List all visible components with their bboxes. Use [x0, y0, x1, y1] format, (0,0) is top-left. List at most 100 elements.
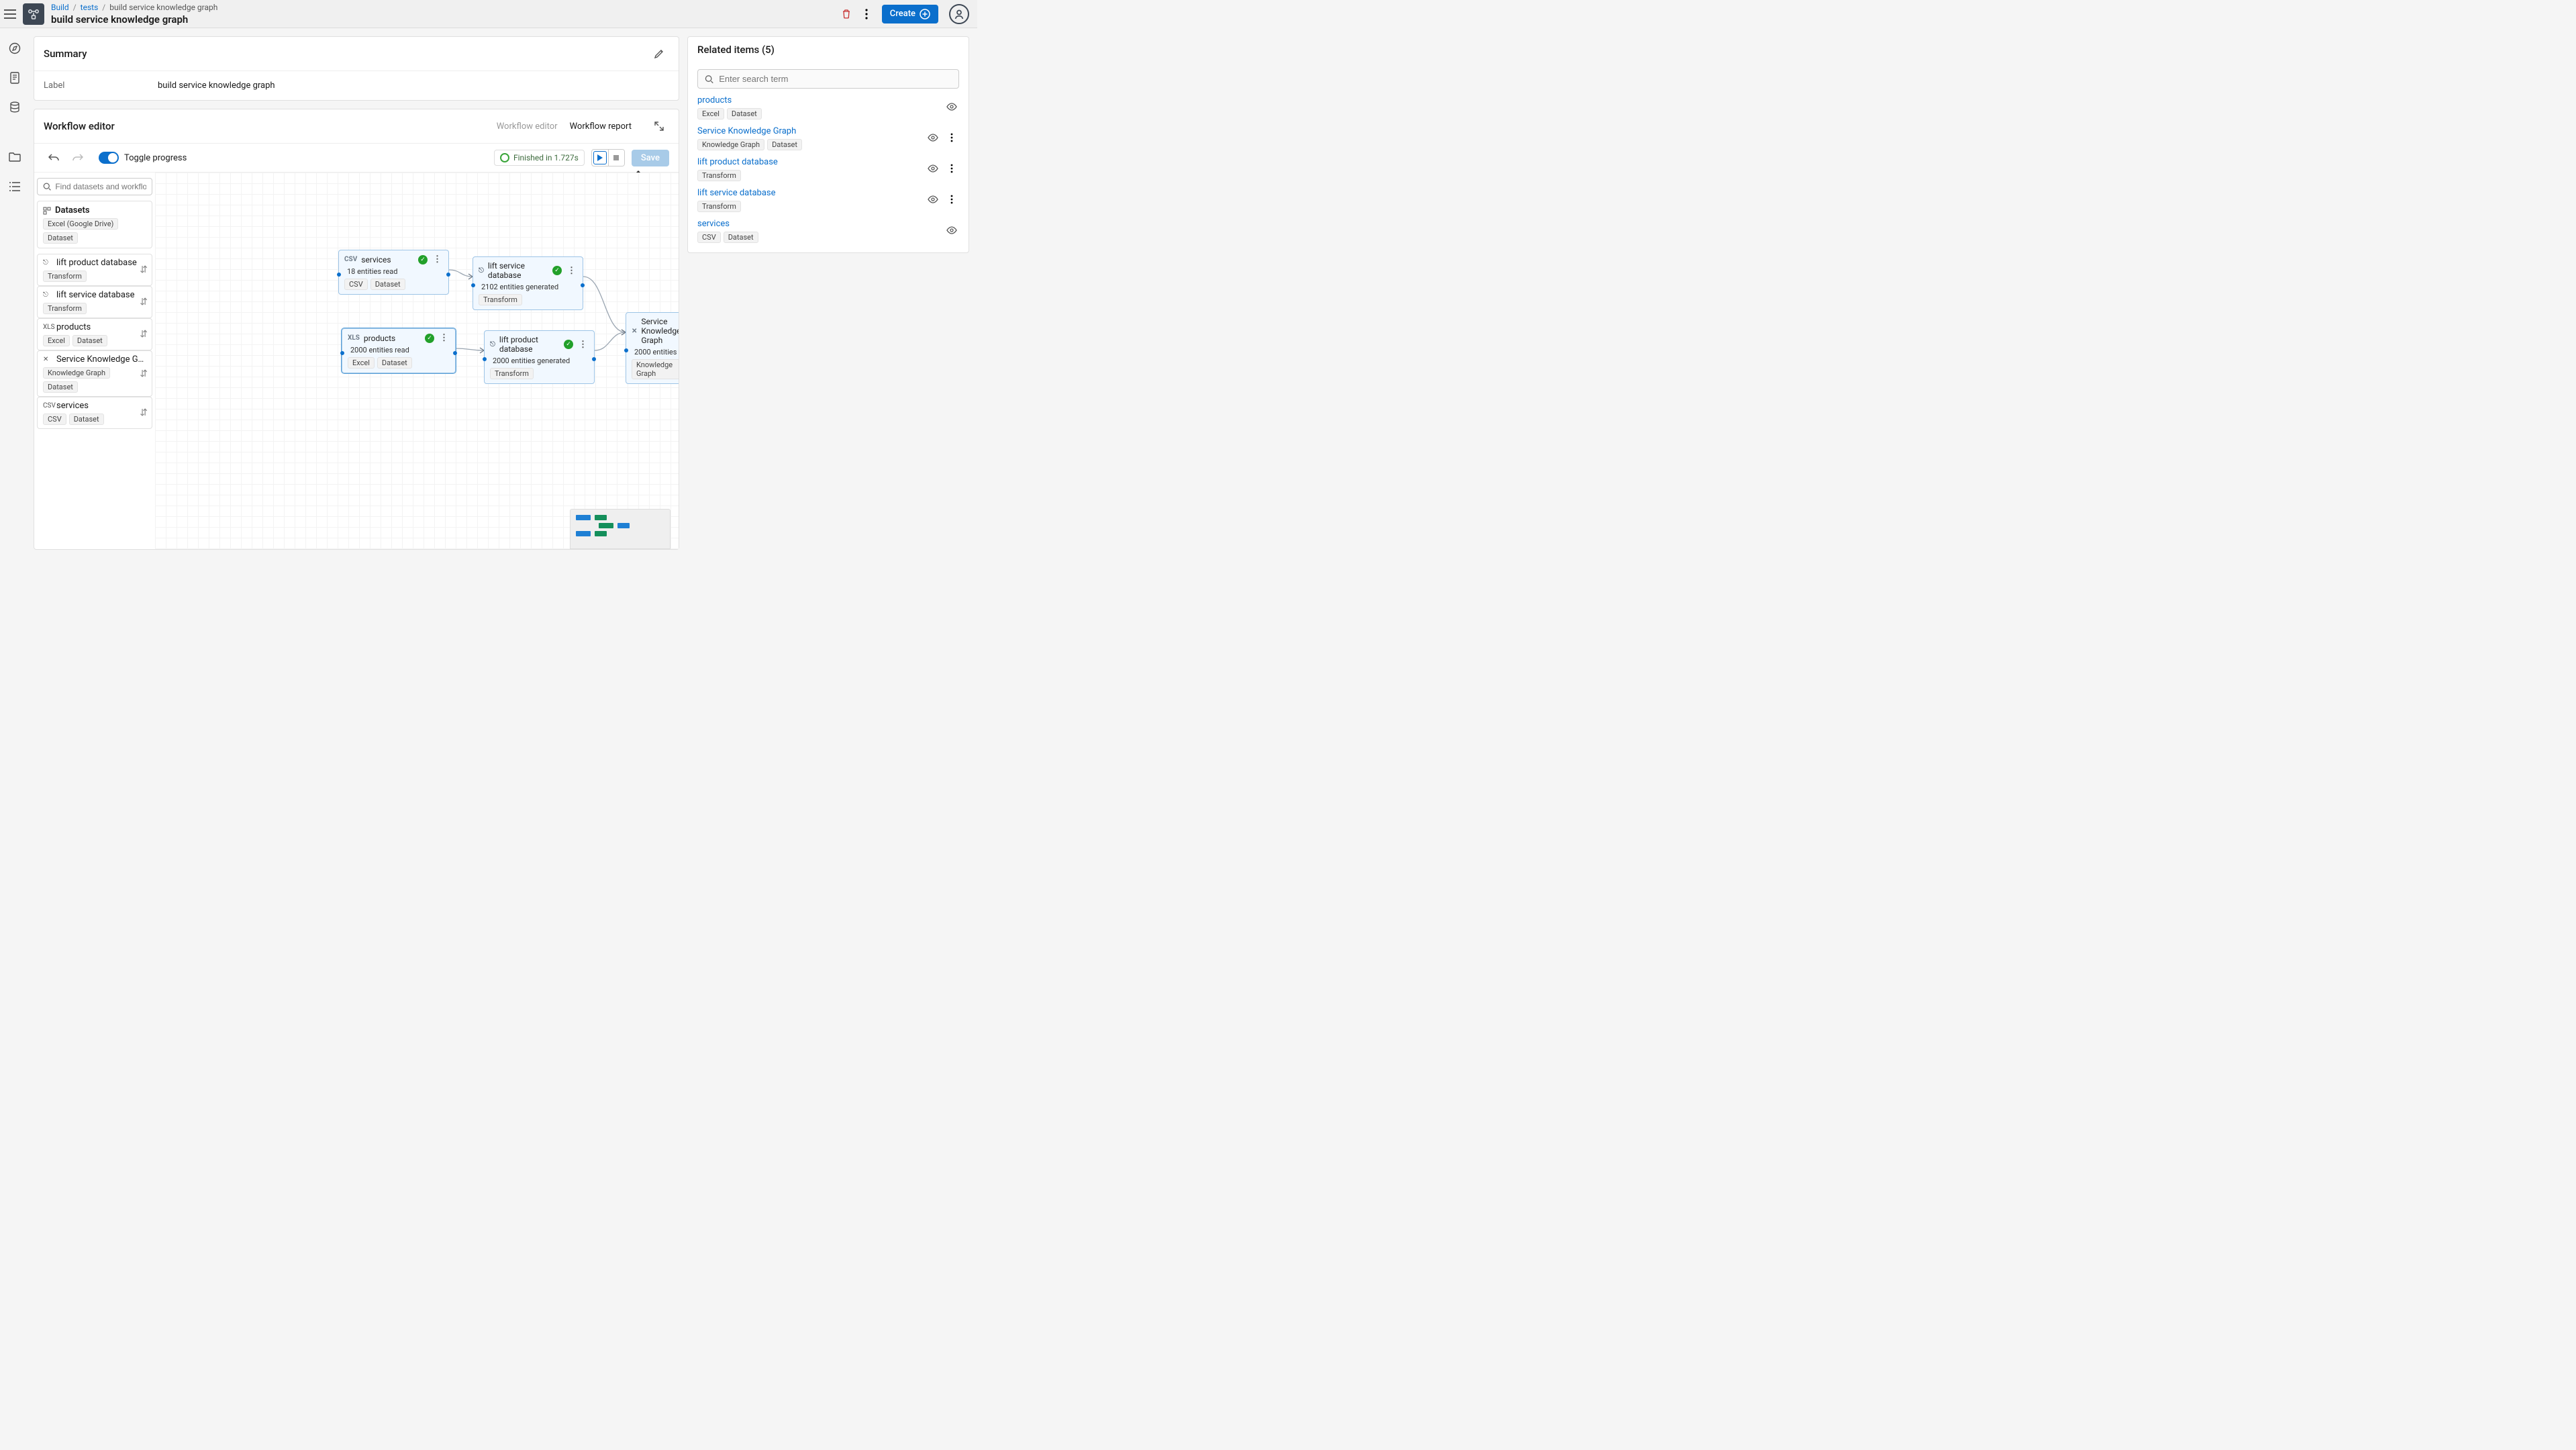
- node-chips: CSVDataset: [344, 279, 443, 290]
- folder-icon: [9, 152, 21, 162]
- sidebar-item[interactable]: XLS products ExcelDataset ⇵: [37, 318, 152, 350]
- nav-db[interactable]: [5, 98, 24, 117]
- related-more-button[interactable]: [944, 161, 959, 176]
- page-title: build service knowledge graph: [51, 13, 217, 26]
- dataset-search-input[interactable]: [55, 182, 146, 191]
- related-actions: [926, 161, 959, 176]
- sidebar-item-header: ⎋ lift product database: [43, 258, 146, 268]
- node-more-button[interactable]: ⋮: [566, 266, 577, 276]
- expand-button[interactable]: [649, 116, 669, 136]
- port-in[interactable]: [337, 273, 341, 277]
- account-button[interactable]: [949, 4, 969, 24]
- sidebar-item[interactable]: CSV services CSVDataset ⇵: [37, 397, 152, 429]
- node-more-button[interactable]: ⋮: [577, 340, 589, 350]
- view-button[interactable]: [944, 99, 959, 114]
- nav-doc[interactable]: [5, 68, 24, 87]
- node-more-button[interactable]: ⋮: [432, 254, 443, 264]
- undo-button[interactable]: [44, 148, 64, 168]
- node-meta: 2102 entities generated: [479, 283, 577, 291]
- sidebar-item-header: ✕ Service Knowledge Gra...: [43, 354, 146, 365]
- trash-icon: [841, 9, 852, 19]
- create-button[interactable]: Create: [882, 5, 938, 23]
- summary-panel: Summary Label build service knowledge gr…: [34, 36, 679, 101]
- tab-workflow-report[interactable]: Workflow report: [570, 122, 632, 132]
- plus-circle-icon: [920, 9, 930, 19]
- nav-folder[interactable]: [5, 148, 24, 166]
- workflow-panel: Workflow editor Workflow editor Workflow…: [34, 109, 679, 550]
- breadcrumb-root[interactable]: Build: [51, 3, 69, 12]
- sidebar-item[interactable]: ✕ Service Knowledge Gra... Knowledge Gra…: [37, 350, 152, 397]
- node-more-button[interactable]: ⋮: [438, 333, 450, 343]
- canvas-node[interactable]: ✕ Service Knowledge Graph ✓ ⋮ 2000 entit…: [626, 312, 679, 384]
- play-button[interactable]: [593, 151, 607, 164]
- sidebar-item[interactable]: ⎋ lift product database Transform ⇵: [37, 254, 152, 286]
- toggle-progress: Toggle progress: [99, 152, 187, 164]
- port-in[interactable]: [471, 283, 475, 287]
- status-success-icon: ✓: [418, 255, 428, 264]
- save-button[interactable]: Save: [632, 150, 669, 166]
- port-out[interactable]: [453, 351, 457, 355]
- reorder-handle[interactable]: ⇵: [140, 329, 148, 340]
- stop-button[interactable]: [608, 150, 624, 166]
- reorder-handle[interactable]: ⇵: [140, 297, 148, 307]
- sidebar-item-label: lift product database: [56, 258, 146, 268]
- minimap[interactable]: [570, 509, 671, 549]
- compass-icon: [9, 42, 21, 54]
- node-type-tag: ⎋: [490, 341, 495, 348]
- reorder-handle[interactable]: ⇵: [140, 369, 148, 379]
- sidebar-item[interactable]: ⎋ lift service database Transform ⇵: [37, 286, 152, 318]
- related-more-button[interactable]: [944, 130, 959, 145]
- port-in[interactable]: [483, 357, 487, 361]
- related-link[interactable]: lift service database: [697, 188, 959, 198]
- canvas-node[interactable]: ⎋ lift product database ✓ ⋮ 2000 entitie…: [484, 330, 595, 384]
- tab-workflow-editor[interactable]: Workflow editor: [497, 122, 558, 132]
- status-success-icon: ✓: [552, 266, 562, 275]
- related-search[interactable]: [697, 69, 959, 89]
- related-link[interactable]: products: [697, 95, 959, 105]
- related-link[interactable]: lift product database: [697, 157, 959, 167]
- node-header: CSV services ✓ ⋮: [344, 254, 443, 264]
- summary-heading: Summary: [44, 48, 87, 60]
- port-out[interactable]: [581, 283, 585, 287]
- related-link[interactable]: services: [697, 219, 959, 229]
- workflow-toolbar: Toggle progress Finished in 1.727s Save …: [34, 144, 679, 173]
- port-in[interactable]: [340, 351, 344, 355]
- view-button[interactable]: [944, 223, 959, 238]
- chip: Dataset: [43, 232, 78, 244]
- reorder-handle[interactable]: ⇵: [140, 407, 148, 418]
- node-title: services: [361, 255, 414, 264]
- view-button[interactable]: [926, 130, 940, 145]
- nav-list[interactable]: [5, 177, 24, 196]
- menu-toggle-button[interactable]: [0, 4, 20, 24]
- canvas-node[interactable]: XLS products ✓ ⋮ 2000 entities read Exce…: [342, 328, 456, 373]
- node-type-tag: ⎋: [479, 267, 484, 275]
- canvas-node[interactable]: ⎋ lift service database ✓ ⋮ 2102 entitie…: [473, 256, 583, 310]
- workflow-canvas[interactable]: CSV services ✓ ⋮ 18 entities read CSVDat…: [155, 173, 679, 549]
- play-icon: [597, 154, 603, 161]
- port-in[interactable]: [624, 348, 628, 352]
- edit-summary-button[interactable]: [649, 44, 669, 64]
- node-title: lift service database: [488, 261, 548, 280]
- reorder-handle[interactable]: ⇵: [140, 264, 148, 275]
- chip: Dataset: [727, 108, 762, 119]
- port-out[interactable]: [592, 357, 596, 361]
- delete-button[interactable]: [836, 4, 856, 24]
- node-type-tag: ✕: [632, 328, 637, 335]
- redo-button[interactable]: [68, 148, 88, 168]
- related-more-button[interactable]: [944, 192, 959, 207]
- node-meta: 2000 entities written: [632, 348, 679, 356]
- breadcrumb-project[interactable]: tests: [81, 3, 99, 12]
- related-link[interactable]: Service Knowledge Graph: [697, 126, 959, 136]
- port-out[interactable]: [446, 273, 450, 277]
- view-button[interactable]: [926, 161, 940, 176]
- related-item: lift product database Transform: [697, 157, 959, 181]
- nav-compass[interactable]: [5, 39, 24, 58]
- more-button[interactable]: [856, 4, 877, 24]
- dataset-search[interactable]: [37, 178, 152, 195]
- related-search-input[interactable]: [719, 74, 952, 84]
- topbar: Build / tests / build service knowledge …: [0, 0, 977, 28]
- canvas-node[interactable]: CSV services ✓ ⋮ 18 entities read CSVDat…: [338, 250, 449, 295]
- view-button[interactable]: [926, 192, 940, 207]
- toggle-progress-switch[interactable]: [99, 152, 119, 164]
- sidebar-group-label: Datasets: [55, 205, 90, 215]
